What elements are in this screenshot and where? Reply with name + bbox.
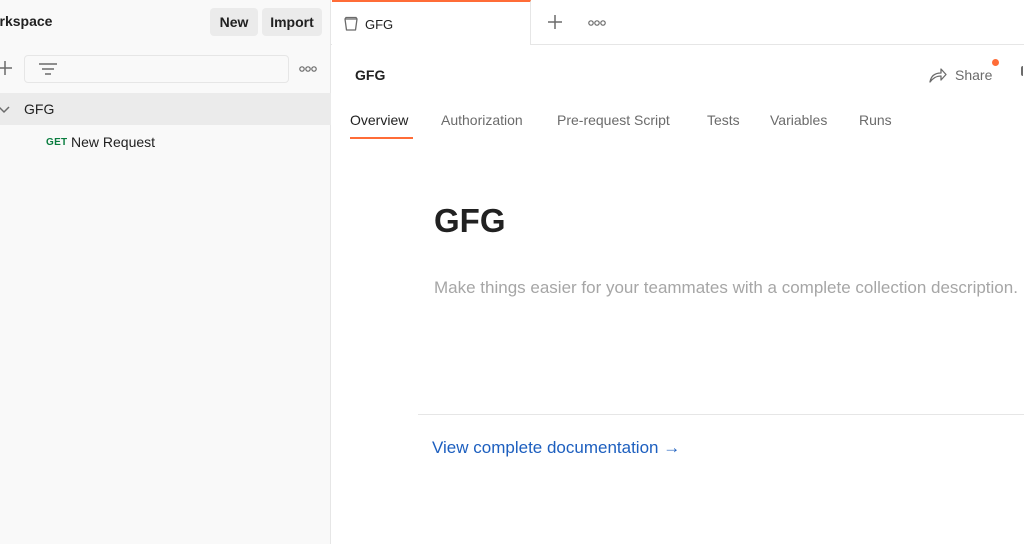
tab-pre-request-script[interactable]: Pre-request Script: [557, 112, 670, 128]
workspace-title: Workspace: [0, 13, 53, 29]
tab-bar: GFG: [331, 0, 1024, 45]
share-label: Share: [955, 67, 993, 83]
new-button[interactable]: New: [210, 8, 258, 36]
tab-overview[interactable]: Overview: [350, 112, 408, 128]
share-button[interactable]: Share: [929, 64, 992, 86]
collection-label: GFG: [24, 101, 55, 117]
active-tab-indicator: [350, 137, 413, 139]
tab-label: GFG: [365, 17, 394, 32]
chevron-down-icon[interactable]: [0, 103, 11, 115]
collection-icon: [343, 16, 359, 32]
method-badge: GET: [46, 137, 68, 148]
tab-gfg[interactable]: GFG: [332, 0, 531, 45]
tab-authorization[interactable]: Authorization: [441, 112, 523, 128]
sidebar-toolbar: [0, 54, 331, 84]
collection-item-gfg[interactable]: GFG: [0, 93, 331, 125]
filter-icon: [38, 62, 58, 78]
overview-title[interactable]: GFG: [434, 202, 506, 240]
notification-dot: [992, 59, 999, 66]
sidebar: Workspace New Import GFG GET New Request: [0, 0, 331, 544]
description-placeholder[interactable]: Make things easier for your teammates wi…: [434, 278, 1018, 298]
tab-tests[interactable]: Tests: [707, 112, 740, 128]
tab-runs[interactable]: Runs: [859, 112, 892, 128]
more-icon[interactable]: [587, 16, 607, 28]
collection-title[interactable]: GFG: [355, 67, 385, 83]
collection-header: GFG Share: [331, 46, 1024, 102]
overview-panel: GFG Make things easier for your teammate…: [331, 142, 1024, 544]
filter-input[interactable]: [24, 55, 289, 83]
tab-variables[interactable]: Variables: [770, 112, 827, 128]
import-button[interactable]: Import: [262, 8, 322, 36]
plus-icon[interactable]: [545, 12, 565, 32]
sidebar-header: Workspace New Import: [0, 0, 331, 44]
more-icon[interactable]: [298, 62, 318, 74]
request-label: New Request: [71, 134, 156, 150]
divider: [418, 414, 1024, 415]
collection-tabs: Overview Authorization Pre-request Scrip…: [331, 102, 1024, 142]
share-icon: [929, 67, 947, 83]
request-item[interactable]: GET New Request: [0, 126, 331, 158]
plus-icon[interactable]: [0, 57, 14, 79]
view-documentation-link[interactable]: View complete documentation →: [432, 438, 680, 458]
